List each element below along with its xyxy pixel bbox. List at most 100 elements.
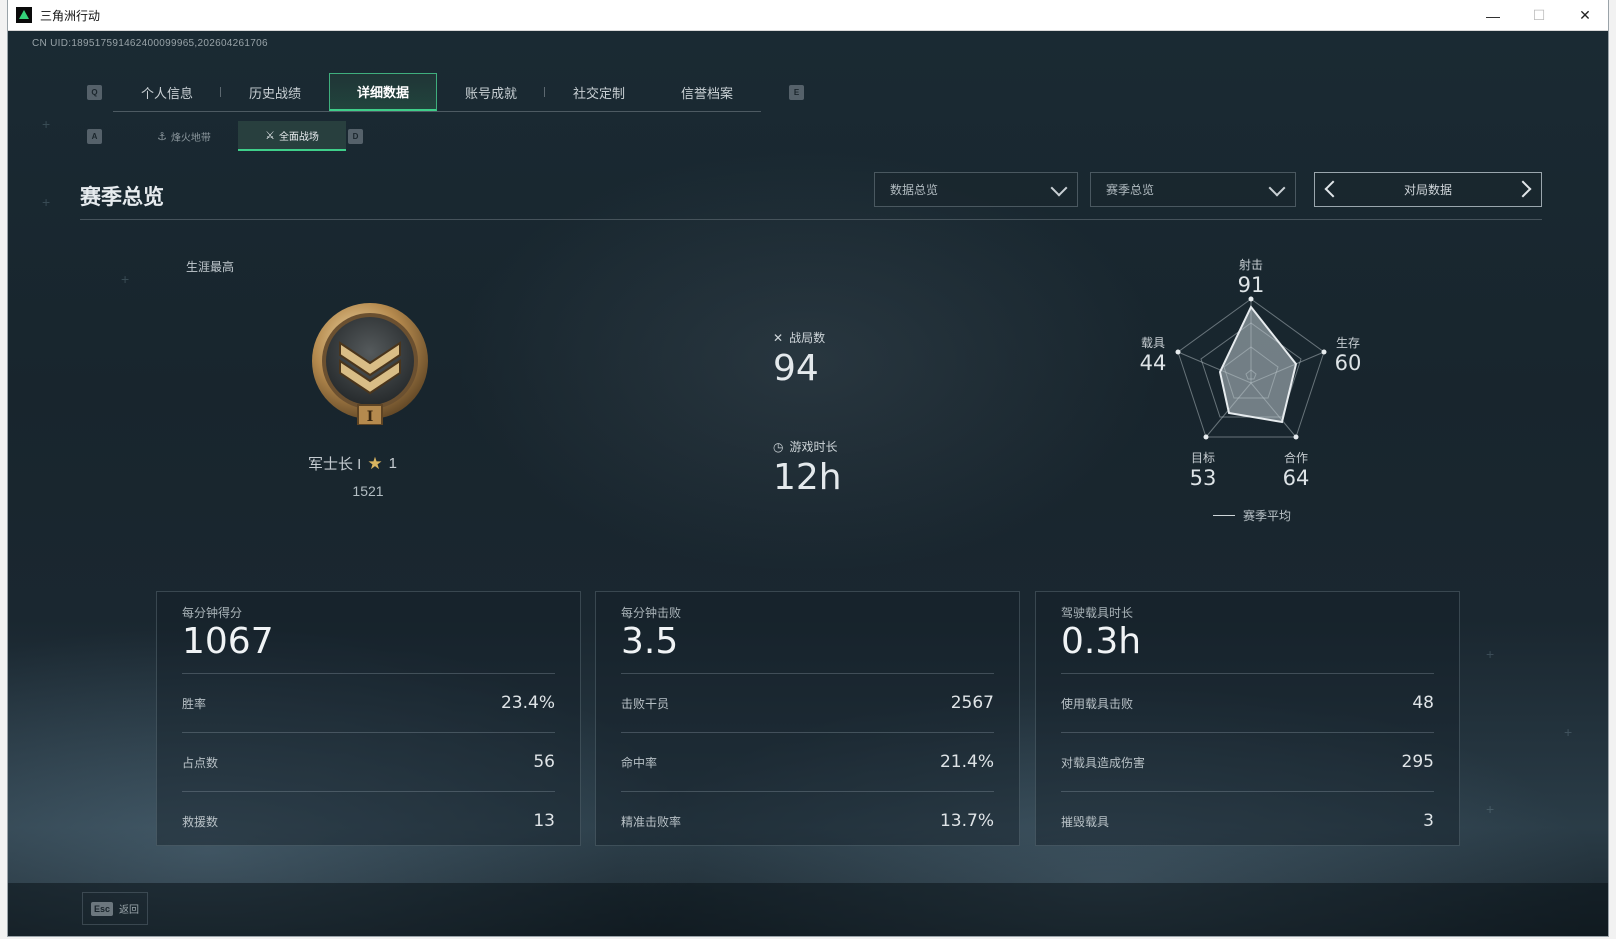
mode-tabs: ⚓ 烽火地带 ⚔ 全面战场 xyxy=(130,121,346,153)
stat-row-value: 48 xyxy=(1412,693,1434,713)
warfare-icon: ⚔ xyxy=(265,129,275,142)
stat-row: 救援数 13 xyxy=(182,791,555,850)
radar-axis-shooting: 射击 91 xyxy=(1221,256,1281,297)
stat-row-label: 击败干员 xyxy=(621,696,670,711)
tab-label: 详细数据 xyxy=(356,85,409,100)
data-overview-dropdown[interactable]: 数据总览 xyxy=(874,172,1078,207)
app-window: 三角洲行动 — ☐ ✕ ​ CN UID:1895175914624000999… xyxy=(8,0,1608,936)
career-best-label: 生涯最高 xyxy=(186,260,235,274)
stat-card-vehicle: 驾驶载具时长 0.3h 使用载具击败 48 对载具造成伤害 295 摧毁载具 3 xyxy=(1035,591,1460,846)
tab-reputation[interactable]: 信誉档案 xyxy=(653,73,761,111)
stat-row-value: 56 xyxy=(533,752,555,772)
card-head-value: 3.5 xyxy=(621,621,679,662)
radar-axis-objective: 目标 53 xyxy=(1173,449,1233,490)
axis-value: 60 xyxy=(1334,351,1362,375)
tab-label: 历史战绩 xyxy=(248,85,301,101)
stat-row-value: 2567 xyxy=(950,693,994,713)
stat-row-label: 占点数 xyxy=(182,755,219,770)
radar-axis-vehicle: 载具 44 xyxy=(1123,334,1183,375)
radar-legend: 赛季平均 xyxy=(1213,507,1291,524)
tab-all-out-warfare[interactable]: ⚔ 全面战场 xyxy=(238,121,346,151)
stat-card-kills: 每分钟击败 3.5 击败干员 2567 命中率 21.4% 精准击败率 13.7% xyxy=(595,591,1020,846)
stat-row-label: 救援数 xyxy=(182,814,219,829)
chevron-right-icon[interactable] xyxy=(1514,180,1532,198)
tab-social[interactable]: 社交定制 xyxy=(545,73,653,111)
axis-value: 53 xyxy=(1189,466,1217,490)
stat-row-label: 胜率 xyxy=(182,696,207,711)
section-title: 赛季总览 xyxy=(80,186,164,209)
playtime-stat: ◷ 游戏时长 12h xyxy=(773,438,842,499)
axis-name: 射击 xyxy=(1238,258,1263,272)
tab-achievements[interactable]: 账号成就 xyxy=(437,73,545,111)
stat-label: 战局数 xyxy=(789,331,826,345)
axis-value: 64 xyxy=(1282,466,1310,490)
season-dropdown[interactable]: 赛季总览 xyxy=(1090,172,1296,207)
grid-cross-decoration: + xyxy=(1486,801,1495,817)
tab-label: 账号成就 xyxy=(464,85,517,101)
chevron-left-icon[interactable] xyxy=(1324,180,1342,198)
stat-row-value: 23.4% xyxy=(500,693,555,713)
card-head-value: 1067 xyxy=(182,621,274,662)
card-head-label: 每分钟击败 xyxy=(621,606,682,620)
tab-label: 烽火地带 xyxy=(170,132,211,144)
tab-label: 全面战场 xyxy=(278,131,319,143)
axis-value: 44 xyxy=(1139,351,1167,375)
tab-hazard-zone[interactable]: ⚓ 烽火地带 xyxy=(130,121,238,151)
stat-row: 摧毁载具 3 xyxy=(1061,791,1434,850)
grid-cross-decoration: + xyxy=(1486,646,1495,662)
window-title: 三角洲行动 xyxy=(40,8,101,23)
grid-cross-decoration: + xyxy=(1564,724,1573,740)
tab-label: 信誉档案 xyxy=(680,85,733,101)
stat-row-label: 使用载具击败 xyxy=(1061,696,1134,711)
stat-row: 胜率 23.4% xyxy=(182,673,555,732)
card-head-label: 驾驶载具时长 xyxy=(1061,606,1134,620)
stat-value: 12h xyxy=(773,457,842,498)
stat-card-score: 每分钟得分 1067 胜率 23.4% 占点数 56 救援数 13 xyxy=(156,591,581,846)
tab-match-history[interactable]: 历史战绩 xyxy=(221,73,329,111)
back-label: 返回 xyxy=(119,905,140,916)
esc-key-icon: Esc xyxy=(91,901,114,916)
tab-label: 个人信息 xyxy=(140,85,193,101)
hazard-zone-icon: ⚓ xyxy=(157,130,167,143)
svg-text:I: I xyxy=(367,409,374,425)
axis-name: 合作 xyxy=(1283,451,1308,465)
rank-stars: 1 xyxy=(388,455,397,472)
stat-row: 精准击败率 13.7% xyxy=(621,791,994,850)
card-head-label: 每分钟得分 xyxy=(182,606,243,620)
stat-row-label: 命中率 xyxy=(621,755,658,770)
legend-label: 赛季平均 xyxy=(1243,509,1292,523)
stat-row-value: 13.7% xyxy=(939,811,994,831)
grid-cross-decoration: + xyxy=(121,271,130,287)
player-uid: CN UID:1895175914624000999​65,2026042617… xyxy=(32,38,268,49)
bottom-bar xyxy=(8,883,1608,936)
matches-stat: ✕ 战局数 94 xyxy=(773,329,826,390)
stat-value: 94 xyxy=(773,348,819,389)
back-button[interactable]: Esc 返回 xyxy=(82,892,148,925)
crossed-swords-icon: ✕ xyxy=(773,330,784,345)
stat-row-label: 对载具造成伤害 xyxy=(1061,755,1146,770)
rank-emblem-icon: I xyxy=(312,303,428,425)
rank-name: 军士长 I xyxy=(308,456,362,473)
tab-detailed-data[interactable]: 详细数据 xyxy=(329,73,437,111)
stat-row-value: 21.4% xyxy=(939,752,994,772)
radar-axis-survival: 生存 60 xyxy=(1318,334,1378,375)
maximize-icon[interactable]: ☐ xyxy=(1516,0,1562,31)
grid-cross-decoration: + xyxy=(42,116,51,132)
close-icon[interactable]: ✕ xyxy=(1562,0,1608,31)
minimize-icon[interactable]: — xyxy=(1470,0,1516,31)
key-hint-q: Q xyxy=(87,85,102,100)
stat-row-value: 13 xyxy=(533,811,555,831)
pager-label: 对局数据 xyxy=(1403,183,1452,197)
chevron-down-icon xyxy=(1268,179,1286,197)
data-type-pager[interactable]: 对局数据 xyxy=(1314,172,1542,207)
stat-row: 对载具造成伤害 295 xyxy=(1061,732,1434,791)
dropdown-value: 赛季总览 xyxy=(1106,183,1155,197)
stat-row-value: 295 xyxy=(1401,752,1434,772)
app-logo-icon xyxy=(16,7,32,23)
title-bar: 三角洲行动 — ☐ ✕ xyxy=(8,0,1608,31)
tab-personal-info[interactable]: 个人信息 xyxy=(113,73,221,111)
clock-icon: ◷ xyxy=(773,439,784,454)
stat-row-label: 摧毁载具 xyxy=(1061,814,1110,829)
star-icon: ★ xyxy=(367,453,383,473)
tab-label: 社交定制 xyxy=(572,85,625,101)
